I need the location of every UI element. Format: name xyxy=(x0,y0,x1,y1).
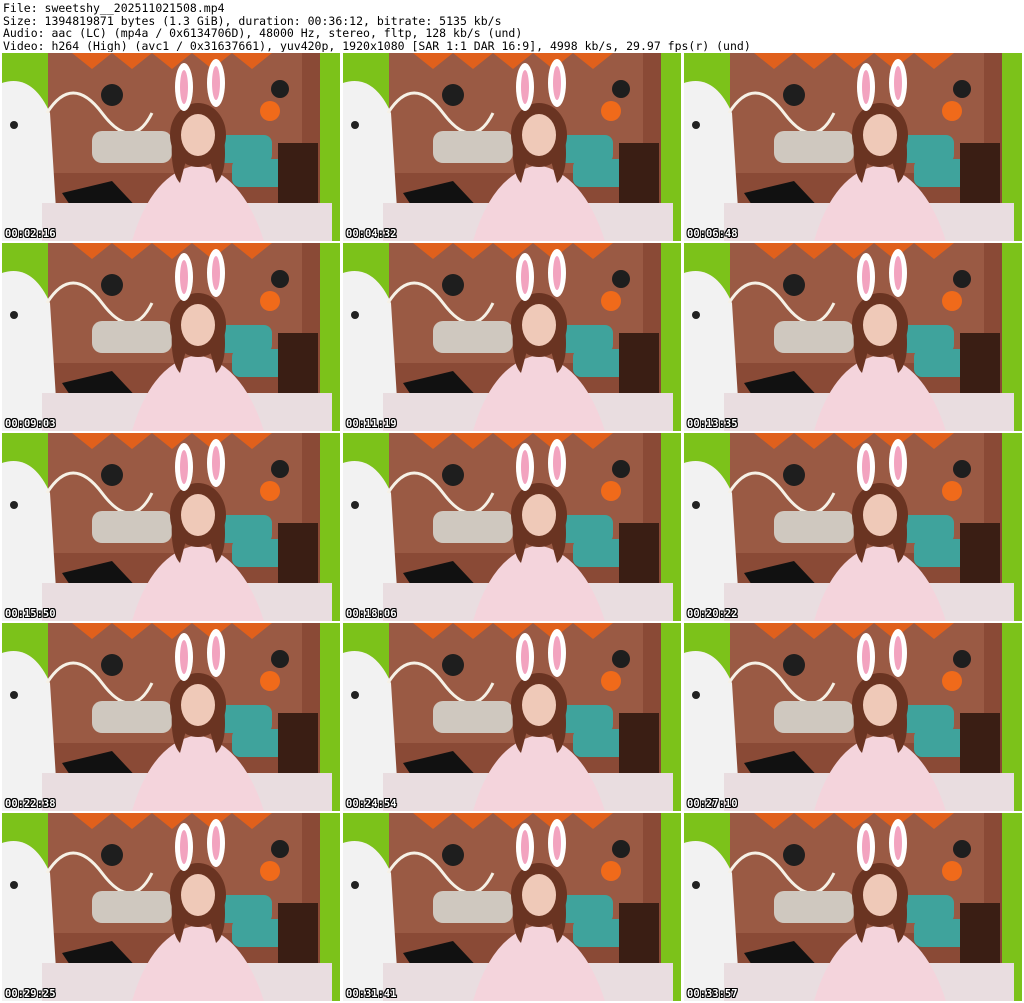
frame-image xyxy=(684,813,1022,1001)
frame-timestamp: 00:24:54 xyxy=(346,798,397,810)
frame-timestamp: 00:31:41 xyxy=(346,988,397,1000)
video-frame-thumbnail: 00:02:16 xyxy=(2,53,340,241)
frame-timestamp: 00:09:03 xyxy=(5,418,56,430)
thumbnail-grid: 00:02:16 00:04:32 00:06:48 00:09:03 00:1… xyxy=(2,53,1022,1001)
frame-timestamp: 00:04:32 xyxy=(346,228,397,240)
frame-timestamp: 00:15:50 xyxy=(5,608,56,620)
size-duration-line: Size: 1394819871 bytes (1.3 GiB), durati… xyxy=(3,14,502,27)
video-frame-thumbnail: 00:31:41 xyxy=(343,813,681,1001)
frame-image xyxy=(2,813,340,1001)
video-frame-thumbnail: 00:20:22 xyxy=(684,433,1022,621)
video-frame-thumbnail: 00:15:50 xyxy=(2,433,340,621)
file-name-line: File: sweetshy__202511021508.mp4 xyxy=(3,2,225,15)
frame-timestamp: 00:02:16 xyxy=(5,228,56,240)
video-frame-thumbnail: 00:04:32 xyxy=(343,53,681,241)
frame-timestamp: 00:22:38 xyxy=(5,798,56,810)
video-frame-thumbnail: 00:33:57 xyxy=(684,813,1022,1001)
frame-image xyxy=(343,433,681,621)
frame-timestamp: 00:27:10 xyxy=(687,798,738,810)
frame-image xyxy=(343,53,681,241)
contact-sheet: File: sweetshy__202511021508.mp4 Size: 1… xyxy=(0,0,1024,1003)
frame-image xyxy=(684,53,1022,241)
frame-image xyxy=(343,243,681,431)
video-frame-thumbnail: 00:22:38 xyxy=(2,623,340,811)
frame-timestamp: 00:29:25 xyxy=(5,988,56,1000)
frame-timestamp: 00:11:19 xyxy=(346,418,397,430)
frame-image xyxy=(2,623,340,811)
frame-image xyxy=(2,243,340,431)
frame-timestamp: 00:33:57 xyxy=(687,988,738,1000)
video-frame-thumbnail: 00:29:25 xyxy=(2,813,340,1001)
frame-image xyxy=(2,53,340,241)
frame-timestamp: 00:13:35 xyxy=(687,418,738,430)
frame-image xyxy=(343,623,681,811)
frame-image xyxy=(343,813,681,1001)
frame-image xyxy=(2,433,340,621)
media-info-header: File: sweetshy__202511021508.mp4 Size: 1… xyxy=(3,2,1021,52)
video-frame-thumbnail: 00:24:54 xyxy=(343,623,681,811)
video-frame-thumbnail: 00:09:03 xyxy=(2,243,340,431)
frame-image xyxy=(684,243,1022,431)
frame-timestamp: 00:06:48 xyxy=(687,228,738,240)
video-frame-thumbnail: 00:11:19 xyxy=(343,243,681,431)
frame-timestamp: 00:18:06 xyxy=(346,608,397,620)
frame-timestamp: 00:20:22 xyxy=(687,608,738,620)
video-frame-thumbnail: 00:06:48 xyxy=(684,53,1022,241)
video-stream-line: Video: h264 (High) (avc1 / 0x31637661), … xyxy=(3,39,751,52)
frame-image xyxy=(684,433,1022,621)
video-frame-thumbnail: 00:13:35 xyxy=(684,243,1022,431)
audio-stream-line: Audio: aac (LC) (mp4a / 0x6134706D), 480… xyxy=(3,27,523,40)
video-frame-thumbnail: 00:18:06 xyxy=(343,433,681,621)
video-frame-thumbnail: 00:27:10 xyxy=(684,623,1022,811)
frame-image xyxy=(684,623,1022,811)
